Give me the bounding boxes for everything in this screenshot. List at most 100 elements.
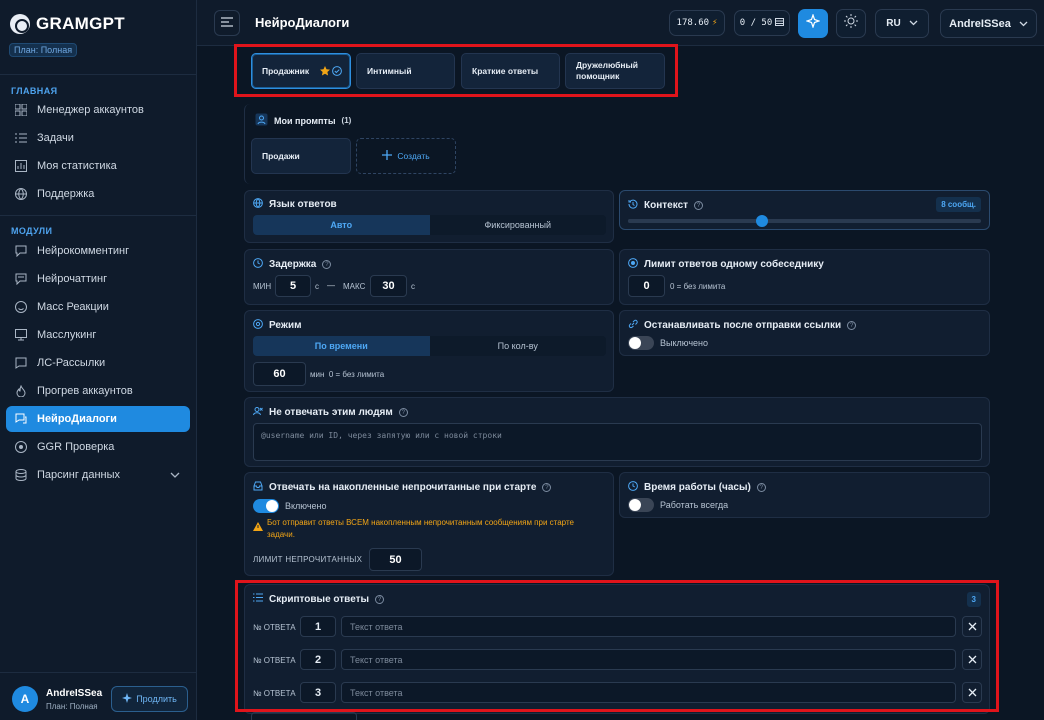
add-answer-button[interactable] <box>251 712 357 720</box>
ai-magic-button[interactable] <box>798 9 828 38</box>
brand-name: GRAMGPT <box>36 14 125 33</box>
sidebar-item-neurochatting[interactable]: Нейрочаттинг <box>6 266 190 292</box>
language-option-auto[interactable]: Авто <box>253 215 430 235</box>
target-icon <box>628 258 638 271</box>
mode-title: Режим <box>253 319 302 332</box>
answer-number-label: № ОТВЕТА <box>253 623 296 632</box>
reply-limit-input[interactable]: 0 <box>628 275 665 297</box>
answer-number-input[interactable]: 1 <box>300 616 336 637</box>
create-prompt-button[interactable]: Создать <box>356 138 456 174</box>
help-icon[interactable]: ? <box>542 483 552 492</box>
chat-icon <box>14 272 28 286</box>
chevron-down-icon[interactable] <box>170 469 180 481</box>
menu-icon <box>221 14 233 32</box>
mode-option-time[interactable]: По времени <box>253 336 430 356</box>
answer-number-input[interactable]: 2 <box>300 649 336 670</box>
counter-badge[interactable]: 0 / 50 <box>734 10 790 36</box>
sidebar-item-warmup[interactable]: Прогрев аккаунтов <box>6 378 190 404</box>
answer-number-input[interactable]: 3 <box>300 682 336 703</box>
scripted-answers-title: Скриптовые ответы ? <box>253 593 385 605</box>
lightning-icon: ⚡ <box>712 18 718 28</box>
sidebar-item-label: Нейрочаттинг <box>37 273 108 285</box>
remove-answer-button[interactable] <box>962 682 982 703</box>
extend-label: Продлить <box>136 694 177 704</box>
stop-after-link-state: Выключено <box>660 338 708 348</box>
answer-text-input[interactable]: Текст ответа <box>341 616 956 637</box>
sidebar-item-accounts[interactable]: Менеджер аккаунтов <box>6 97 190 123</box>
clock-icon <box>628 481 638 494</box>
sidebar-item-label: Нейрокомментинг <box>37 245 130 257</box>
work-hours-toggle[interactable] <box>628 498 654 512</box>
delay-unit: с <box>411 282 415 291</box>
stop-after-link-toggle[interactable] <box>628 336 654 350</box>
help-icon[interactable]: ? <box>398 408 408 417</box>
context-slider-fill <box>628 219 763 223</box>
answer-text-input[interactable]: Текст ответа <box>341 649 956 670</box>
history-icon <box>628 199 638 212</box>
user-menu[interactable]: AndreISSea <box>940 9 1037 38</box>
preset-friendly[interactable]: Дружелюбный помощник <box>565 53 665 89</box>
delay-max-input[interactable]: 30 <box>370 275 407 297</box>
warning-icon <box>253 518 263 536</box>
smile-icon <box>14 300 28 314</box>
sidebar-item-dm-mailing[interactable]: ЛС-Рассылки <box>6 350 190 376</box>
mode-option-count[interactable]: По кол-ву <box>430 336 607 356</box>
settings-icon <box>253 319 263 332</box>
help-icon[interactable]: ? <box>694 201 704 210</box>
context-card: Контекст ? 8 сообщ. <box>619 190 990 230</box>
user-name: AndreISSea <box>46 687 103 699</box>
monitor-icon <box>14 328 28 342</box>
preset-label: Продажник <box>262 66 310 76</box>
sidebar-item-label: Моя статистика <box>37 160 117 172</box>
help-icon[interactable]: ? <box>322 260 332 269</box>
balance-badge[interactable]: 178.60 ⚡ <box>669 10 725 36</box>
divider <box>0 672 197 673</box>
reply-limit-title: Лимит ответов одному собеседнику <box>628 258 824 271</box>
unread-toggle[interactable] <box>253 499 279 513</box>
sidebar-item-label: Прогрев аккаунтов <box>37 385 133 397</box>
plus-icon <box>382 150 393 162</box>
divider <box>0 215 197 216</box>
context-slider-track[interactable] <box>628 215 981 227</box>
list-icon <box>14 131 28 145</box>
user-profile[interactable]: A AndreISSea План: Полная <box>12 686 102 712</box>
ignore-people-textarea[interactable]: @username или ID, через запятую или с но… <box>253 423 982 461</box>
help-icon[interactable]: ? <box>756 483 766 492</box>
balance-value: 178.60 <box>676 18 710 28</box>
table-icon <box>775 17 785 29</box>
brand[interactable]: GRAMGPT <box>10 14 125 34</box>
help-icon[interactable]: ? <box>847 321 857 330</box>
help-icon[interactable]: ? <box>375 594 385 604</box>
sun-icon <box>844 14 858 33</box>
comment-icon <box>14 244 28 258</box>
sidebar-item-parsing[interactable]: Парсинг данных <box>6 462 190 488</box>
sidebar-item-tasks[interactable]: Задачи <box>6 125 190 151</box>
mode-value-input[interactable]: 60 <box>253 362 306 386</box>
menu-toggle-button[interactable] <box>214 10 240 36</box>
reply-limit-hint: 0 = без лимита <box>670 282 726 291</box>
theme-toggle-button[interactable] <box>836 9 866 38</box>
sidebar-item-mass-reactions[interactable]: Масс Реакции <box>6 294 190 320</box>
sidebar-item-label: ЛС-Рассылки <box>37 357 106 369</box>
prompt-item[interactable]: Продажи <box>251 138 351 174</box>
language-select[interactable]: RU <box>875 9 929 38</box>
extend-button[interactable]: Продлить <box>111 686 188 712</box>
sidebar-item-stats[interactable]: Моя статистика <box>6 153 190 179</box>
sidebar-item-masslooking[interactable]: Масслукинг <box>6 322 190 348</box>
answer-text-input[interactable]: Текст ответа <box>341 682 956 703</box>
preset-sales[interactable]: Продажник <box>251 53 351 89</box>
sidebar-item-neurocommenting[interactable]: Нейрокомментинг <box>6 238 190 264</box>
remove-answer-button[interactable] <box>962 616 982 637</box>
sidebar-item-support[interactable]: Поддержка <box>6 181 190 207</box>
delay-min-input[interactable]: 5 <box>275 275 311 297</box>
unread-limit-input[interactable]: 50 <box>369 548 422 571</box>
sidebar-item-ggr-check[interactable]: GGR Проверка <box>6 434 190 460</box>
context-slider-thumb[interactable] <box>756 215 769 227</box>
language-option-fixed[interactable]: Фиксированный <box>430 215 607 235</box>
preset-short[interactable]: Краткие ответы <box>461 53 560 89</box>
mode-card: Режим По времени По кол-ву 60 мин 0 = бе… <box>244 310 614 392</box>
remove-answer-button[interactable] <box>962 649 982 670</box>
link-icon <box>628 319 638 332</box>
preset-intimate[interactable]: Интимный <box>356 53 455 89</box>
sidebar-item-neurodialogs[interactable]: НейроДиалоги <box>6 406 190 432</box>
